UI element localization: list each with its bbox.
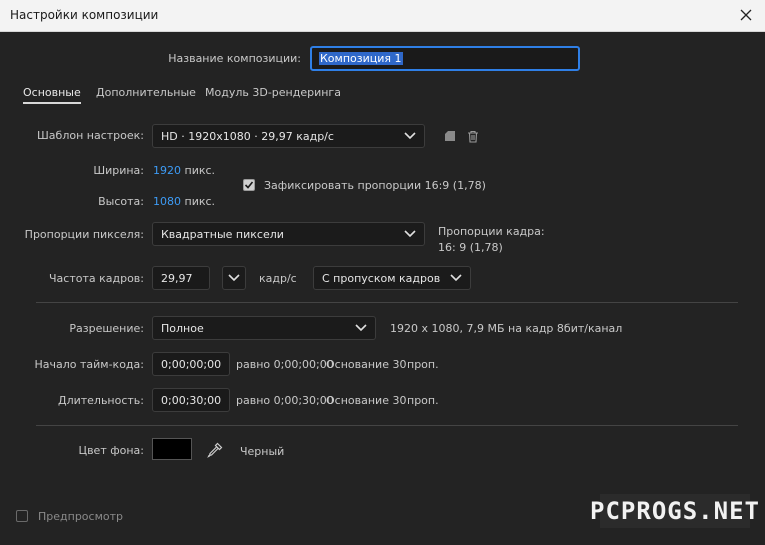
width-label: Ширина:	[93, 164, 144, 177]
tab-basic[interactable]: Основные	[23, 86, 81, 104]
pixel-aspect-label: Пропорции пикселя:	[24, 228, 144, 241]
timecode-start-base: Основание 30	[326, 358, 407, 371]
width-unit: пикс.	[184, 164, 216, 177]
preset-value: HD · 1920x1080 · 29,97 кадр/с	[161, 129, 334, 143]
chevron-down-icon	[404, 230, 416, 238]
watermark-logo: PCPROGS.NET	[590, 494, 759, 528]
background-color-swatch[interactable]	[152, 438, 192, 460]
duration-unit: проп.	[407, 394, 439, 407]
comp-name-input[interactable]: Композиция 1	[310, 46, 580, 71]
background-color-name: Черный	[240, 445, 285, 458]
save-preset-icon	[445, 131, 455, 141]
chevron-down-icon	[355, 324, 367, 332]
height-label: Высота:	[98, 195, 144, 208]
trash-icon	[468, 130, 478, 143]
save-preset-button[interactable]	[442, 128, 458, 144]
eyedropper-button[interactable]	[206, 441, 224, 459]
chevron-down-icon	[450, 274, 462, 282]
frame-rate-unit: кадр/с	[259, 272, 297, 285]
preview-checkbox[interactable]	[16, 510, 28, 522]
tab-3d-renderer[interactable]: Модуль 3D-рендеринга	[205, 86, 341, 99]
frame-rate-input[interactable]: 29,97	[152, 266, 210, 290]
drop-frame-dropdown[interactable]: С пропуском кадров	[313, 266, 471, 290]
timecode-start-input[interactable]: 0;00;00;00	[152, 352, 230, 376]
frame-aspect-label: Пропорции кадра:	[438, 225, 545, 238]
chevron-down-icon	[228, 274, 240, 282]
tab-advanced[interactable]: Дополнительные	[96, 86, 196, 99]
preview-label: Предпросмотр	[38, 510, 123, 523]
separator	[36, 302, 738, 303]
width-field[interactable]: 1920 пикс.	[153, 164, 215, 177]
title-bar: Настройки композиции	[0, 0, 765, 32]
pixel-aspect-dropdown[interactable]: Квадратные пиксели	[152, 222, 425, 246]
background-label: Цвет фона:	[78, 444, 144, 457]
height-unit: пикс.	[184, 195, 216, 208]
frame-rate-value: 29,97	[161, 271, 193, 285]
preset-dropdown[interactable]: HD · 1920x1080 · 29,97 кадр/с	[152, 124, 425, 148]
lock-aspect-label: Зафиксировать пропорции 16:9 (1,78)	[264, 179, 486, 192]
duration-base: Основание 30	[326, 394, 407, 407]
timecode-start-unit: проп.	[407, 358, 439, 371]
lock-aspect-checkbox[interactable]	[243, 179, 255, 191]
chevron-down-icon	[404, 132, 416, 140]
comp-name-label: Название композиции:	[168, 52, 301, 65]
delete-preset-button[interactable]	[465, 128, 481, 144]
close-button[interactable]	[735, 4, 757, 26]
resolution-dropdown[interactable]: Полное	[152, 316, 376, 340]
separator	[36, 425, 738, 426]
checkmark-icon	[244, 181, 254, 189]
duration-equals: равно 0;00;30;00	[236, 394, 334, 407]
resolution-label: Разрешение:	[69, 322, 144, 335]
preset-label: Шаблон настроек:	[37, 129, 144, 142]
window-title: Настройки композиции	[10, 8, 159, 22]
timecode-start-value: 0;00;00;00	[161, 357, 222, 371]
frame-rate-preset-dropdown[interactable]	[222, 266, 246, 290]
drop-frame-value: С пропуском кадров	[322, 271, 441, 285]
timecode-start-equals: равно 0;00;00;00	[236, 358, 334, 371]
duration-label: Длительность:	[57, 394, 144, 407]
frame-rate-label: Частота кадров:	[48, 272, 144, 285]
eyedropper-icon	[207, 442, 223, 458]
frame-aspect-value: 16: 9 (1,78)	[438, 241, 503, 254]
resolution-info: 1920 x 1080, 7,9 МБ на кадр 8бит/канал	[390, 322, 623, 335]
height-value[interactable]: 1080	[153, 195, 181, 208]
close-icon	[740, 9, 752, 21]
duration-input[interactable]: 0;00;30;00	[152, 388, 230, 412]
height-field[interactable]: 1080 пикс.	[153, 195, 215, 208]
resolution-value: Полное	[161, 321, 204, 335]
pixel-aspect-value: Квадратные пиксели	[161, 227, 284, 241]
duration-value: 0;00;30;00	[161, 393, 222, 407]
timecode-start-label: Начало тайм-кода:	[34, 358, 144, 371]
width-value[interactable]: 1920	[153, 164, 181, 177]
comp-name-value: Композиция 1	[319, 52, 403, 65]
